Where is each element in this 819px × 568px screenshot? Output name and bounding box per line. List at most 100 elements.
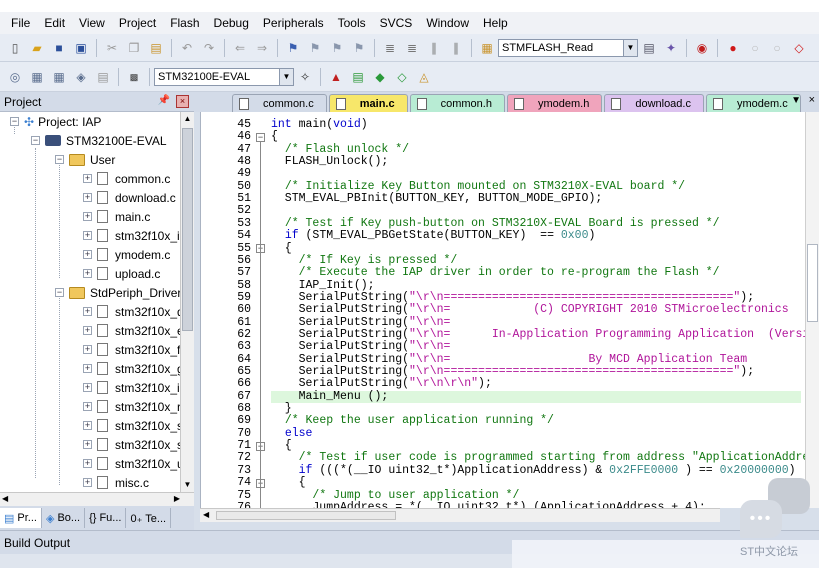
menu-window[interactable]: Window <box>419 16 476 30</box>
tree-file[interactable]: + misc.c <box>83 473 149 492</box>
editor-tab-common-c[interactable]: common.c <box>232 94 327 112</box>
debug-start-icon[interactable]: ◉ <box>694 40 710 56</box>
menu-edit[interactable]: Edit <box>37 16 72 30</box>
pack-installer-icon[interactable]: ◇ <box>394 69 410 85</box>
tree-file[interactable]: + stm32f10x_i2c. <box>83 378 180 397</box>
uncomment-icon[interactable]: ∥ <box>448 40 464 56</box>
tree-file[interactable]: + stm32f10x_it.c <box>83 226 180 245</box>
menu-file[interactable]: File <box>4 16 37 30</box>
download-icon[interactable]: ▩ <box>126 69 142 85</box>
new-file-icon[interactable]: ▯ <box>7 40 23 56</box>
tree-file[interactable]: + stm32f10x_gpi <box>83 359 180 378</box>
editor-tab-download-c[interactable]: download.c <box>604 94 704 112</box>
target-options-icon[interactable]: ✧ <box>297 69 313 85</box>
pin-icon[interactable]: 📌 <box>158 95 170 106</box>
menu-flash[interactable]: Flash <box>163 16 206 30</box>
manage-run-time-icon[interactable]: ◆ <box>372 69 388 85</box>
scroll-thumb[interactable] <box>182 128 193 331</box>
tree-root[interactable]: − ✣ Project: IAP <box>10 112 101 131</box>
chevron-down-icon[interactable]: ▼ <box>279 68 293 85</box>
save-icon[interactable]: ■ <box>51 40 67 56</box>
tree-file[interactable]: + main.c <box>83 207 150 226</box>
menu-tools[interactable]: Tools <box>331 16 373 30</box>
editor-tab-ymodem-c[interactable]: ymodem.c <box>705 94 801 112</box>
bookmark-prev-icon[interactable]: ⚑ <box>307 40 323 56</box>
paste-icon[interactable]: ▤ <box>148 40 164 56</box>
scroll-left-icon[interactable]: ◀ <box>2 494 8 503</box>
nav-back-icon[interactable]: ⇐ <box>232 40 248 56</box>
incremental-find-icon[interactable]: ✦ <box>663 40 679 56</box>
tree-file[interactable]: + stm32f10x_sdi <box>83 416 180 435</box>
expand-icon[interactable]: + <box>83 326 92 335</box>
bookmark-next-icon[interactable]: ⚑ <box>329 40 345 56</box>
bookmark-icon[interactable]: ⚑ <box>285 40 301 56</box>
tree-file[interactable]: + stm32f10x_flas <box>83 340 180 359</box>
find-icon[interactable]: ▤ <box>641 40 657 56</box>
collapse-icon[interactable]: − <box>55 155 64 164</box>
target-combo[interactable]: STM32100E-EVAL ▼ <box>154 67 294 86</box>
tab-books[interactable]: ◈ Bo... <box>42 508 86 528</box>
editor-tab-ymodem-h[interactable]: ymodem.h <box>506 94 603 112</box>
scroll-thumb[interactable] <box>807 244 818 322</box>
breakpoint-kill-icon[interactable]: ◇ <box>791 40 807 56</box>
expand-icon[interactable]: + <box>83 383 92 392</box>
tree-vertical-scrollbar[interactable]: ▲ ▼ <box>180 112 194 492</box>
tree-file[interactable]: + upload.c <box>83 264 160 283</box>
expand-icon[interactable]: + <box>83 193 92 202</box>
tree-file[interactable]: + download.c <box>83 188 176 207</box>
scroll-right-icon[interactable]: ▶ <box>174 494 180 503</box>
open-folder-icon[interactable]: ▰ <box>29 40 45 56</box>
breakpoint-disable-all-icon[interactable]: ○ <box>769 40 785 56</box>
tab-project[interactable]: ▤ Pr... <box>0 508 42 528</box>
copy-icon[interactable]: ❐ <box>126 40 142 56</box>
save-all-icon[interactable]: ▣ <box>73 40 89 56</box>
expand-icon[interactable]: + <box>83 345 92 354</box>
tree-file[interactable]: + stm32f10x_exti <box>83 321 180 340</box>
nav-forward-icon[interactable]: ⇒ <box>254 40 270 56</box>
breakpoint-icon[interactable]: ● <box>725 40 741 56</box>
close-icon[interactable]: × <box>176 95 189 108</box>
chat-bubble-icon[interactable]: ••• <box>740 500 782 538</box>
expand-icon[interactable]: + <box>83 174 92 183</box>
expand-icon[interactable]: + <box>83 421 92 430</box>
editor-tab-main-c[interactable]: main.c <box>328 94 408 112</box>
menu-debug[interactable]: Debug <box>207 16 256 30</box>
tree-file[interactable]: + stm32f10x_usa <box>83 454 180 473</box>
tab-functions[interactable]: {} Fu... <box>85 508 127 528</box>
translate-icon[interactable]: ◎ <box>7 69 23 85</box>
expand-icon[interactable]: + <box>83 459 92 468</box>
scroll-thumb[interactable] <box>216 511 396 520</box>
tree-target[interactable]: − STM32100E-EVAL <box>31 131 167 150</box>
rebuild-icon[interactable]: ▦ <box>51 69 67 85</box>
manage-components-icon[interactable]: ▲ <box>328 69 344 85</box>
undo-icon[interactable]: ↶ <box>179 40 195 56</box>
tree-file[interactable]: + common.c <box>83 169 170 188</box>
code-editor[interactable]: 45 46−47 48 49 50 51 52 53 54 55−56 57 58 59 60 61 62 63… <box>200 112 819 508</box>
chevron-down-icon[interactable]: ▼ <box>623 39 637 56</box>
menu-project[interactable]: Project <box>112 16 163 30</box>
tree-file[interactable]: + ymodem.c <box>83 245 170 264</box>
tree-horizontal-scrollbar[interactable]: ◀ ▶ <box>0 492 194 506</box>
expand-icon[interactable]: + <box>83 212 92 221</box>
build-icon[interactable]: ▦ <box>29 69 45 85</box>
file-extensions-icon[interactable]: ▤ <box>350 69 366 85</box>
tab-list-icon[interactable]: ▼ <box>791 95 801 106</box>
scroll-down-icon[interactable]: ▼ <box>181 478 194 492</box>
cut-icon[interactable]: ✂ <box>104 40 120 56</box>
menu-view[interactable]: View <box>72 16 112 30</box>
batch-build-icon[interactable]: ◈ <box>73 69 89 85</box>
select-packs-icon[interactable]: ◬ <box>416 69 432 85</box>
stop-build-icon[interactable]: ▤ <box>95 69 111 85</box>
tree-group-user[interactable]: − User <box>55 150 115 169</box>
find-combo[interactable]: STMFLASH_Read ▼ <box>498 38 638 57</box>
menu-help[interactable]: Help <box>476 16 515 30</box>
tree-file[interactable]: + stm32f10x_dm <box>83 302 180 321</box>
redo-icon[interactable]: ↷ <box>201 40 217 56</box>
breakpoint-disable-icon[interactable]: ○ <box>747 40 763 56</box>
editor-vertical-scrollbar[interactable] <box>805 112 819 508</box>
tree-file[interactable]: + stm32f10x_spi. <box>83 435 180 454</box>
collapse-icon[interactable]: − <box>10 117 19 126</box>
unindent-icon[interactable]: ≣ <box>404 40 420 56</box>
expand-icon[interactable]: + <box>83 364 92 373</box>
close-editor-icon[interactable]: × <box>809 94 815 106</box>
